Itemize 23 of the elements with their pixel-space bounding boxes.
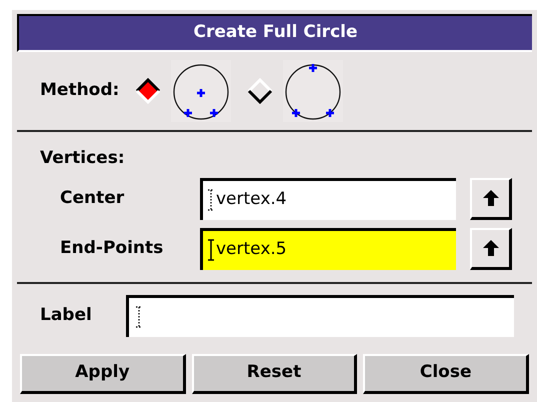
- dialog-button[interactable]: Reset: [192, 354, 358, 394]
- window-title: Create Full Circle: [17, 14, 532, 52]
- field-label: Center: [60, 186, 126, 210]
- section-label: Vertices:: [40, 147, 125, 170]
- method-label: Method:: [40, 79, 120, 102]
- circle-points-icon: [283, 60, 344, 122]
- text-cursor-icon: [135, 306, 143, 328]
- up-arrow-icon: [482, 189, 500, 207]
- up-arrow-icon: [482, 239, 500, 257]
- pick-button[interactable]: [470, 178, 512, 220]
- dialog-button[interactable]: Apply: [20, 354, 186, 394]
- field-label: Label: [40, 304, 93, 327]
- text-cursor-icon: [207, 239, 215, 261]
- input-field[interactable]: vertex.4: [200, 178, 456, 220]
- input-field[interactable]: vertex.5: [200, 228, 456, 270]
- input-field[interactable]: [126, 294, 514, 336]
- radio-button[interactable]: [247, 78, 274, 104]
- field-label: End-Points: [60, 236, 164, 260]
- circle-points-icon: [171, 60, 232, 122]
- text-cursor-icon: [207, 189, 215, 211]
- dialog-button[interactable]: Close: [363, 354, 530, 394]
- pick-button[interactable]: [470, 228, 512, 270]
- radio-button[interactable]: [135, 78, 162, 104]
